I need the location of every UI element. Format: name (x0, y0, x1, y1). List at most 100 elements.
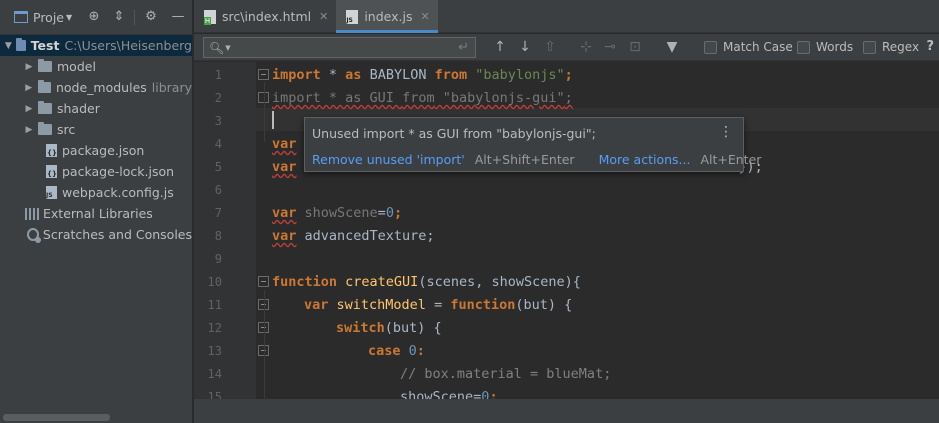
line-number: 10 (207, 275, 222, 289)
code-line: showScene=0; (400, 389, 498, 399)
line-number: 1 (214, 68, 222, 82)
tree-item-label: Scratches and Consoles (42, 227, 192, 242)
collapse-all-icon[interactable]: ⇕ (111, 9, 127, 25)
line-number: 3 (214, 114, 222, 128)
horizontal-scrollbar[interactable] (3, 414, 110, 421)
search-history-chevron-icon[interactable]: ▼ (225, 44, 230, 52)
line-number: 13 (207, 344, 222, 358)
match-case-label: Match Case (723, 40, 793, 54)
code-line: var (272, 136, 297, 152)
expand-arrow-icon[interactable]: ▶ (23, 104, 35, 114)
regex-checkbox[interactable]: Regex (863, 40, 919, 54)
tree-item-node-modules[interactable]: ▶ node_modules library (0, 77, 192, 98)
gear-icon[interactable]: ⚙ (143, 9, 159, 25)
folder-icon (38, 101, 52, 114)
line-number: 5 (214, 160, 222, 174)
regex-help-icon[interactable]: ? (926, 39, 934, 54)
tree-item-external-libraries[interactable]: External Libraries (0, 203, 192, 224)
library-hint: library (151, 80, 192, 95)
project-window-icon (14, 11, 28, 23)
code-line: var advancedTexture; (272, 228, 435, 244)
next-occurrence-icon[interactable]: ↓ (517, 39, 533, 55)
code-line: var showScene=0; (272, 205, 403, 221)
code-line: import * as BABYLON from "babylonjs"; (272, 67, 573, 83)
tree-item-package-lock-json[interactable]: package-lock.json (0, 161, 192, 182)
checkbox-box[interactable] (797, 40, 810, 54)
select-all-occurrences-icon[interactable]: ⊡ (627, 39, 643, 55)
tree-item-label: src (57, 122, 76, 137)
tree-item-scratches[interactable]: Scratches and Consoles (0, 224, 192, 245)
text-caret (272, 111, 274, 129)
line-number: 11 (207, 298, 222, 312)
tree-item-label: model (57, 59, 96, 74)
tree-item-path: C:\Users\Heisenberg (64, 38, 192, 53)
expand-arrow-icon[interactable]: ▼ (4, 41, 13, 51)
tree-item-shader[interactable]: ▶ shader (0, 98, 192, 119)
filter-icon[interactable]: ▼ (664, 39, 680, 55)
expand-arrow-icon[interactable]: ▶ (23, 62, 35, 72)
fold-marker-icon[interactable] (258, 69, 269, 80)
toolbar-divider (134, 10, 135, 25)
line-number: 12 (207, 321, 222, 335)
line-number-gutter: 1 2 3 4 5 6 7 8 9 10 11 12 13 14 15 (194, 62, 256, 399)
close-icon[interactable]: ✕ (319, 10, 328, 23)
previous-occurrence-icon[interactable]: ↑ (492, 39, 508, 55)
line-number: 8 (214, 229, 222, 243)
project-view-selector[interactable]: Proje (33, 10, 64, 25)
search-field: 🔍︎ ▼ ↵ (203, 37, 476, 58)
search-input[interactable] (234, 40, 459, 55)
search-icon[interactable]: 🔍︎ (209, 41, 224, 55)
code-editor[interactable]: 1 2 3 4 5 6 7 8 9 10 11 12 13 14 15 impo… (194, 62, 939, 399)
match-case-checkbox[interactable]: Match Case (704, 40, 793, 54)
indent-guide (264, 290, 265, 399)
tab-index-html[interactable]: src\index.html ✕ (194, 0, 336, 33)
add-occurrence-icon[interactable]: ⊹ (578, 39, 594, 55)
more-actions-shortcut: Alt+Enter (700, 152, 762, 167)
tree-item-label: webpack.config.js (62, 185, 174, 200)
locate-file-icon[interactable]: ⊕ (86, 9, 102, 25)
scratches-icon (27, 228, 41, 243)
line-number: 4 (214, 137, 222, 151)
tree-item-label: External Libraries (43, 206, 153, 221)
code-line: case 0: (368, 343, 425, 359)
tree-item-src[interactable]: ▶ src (0, 119, 192, 140)
inspection-message: Unused import * as GUI from "babylonjs-g… (312, 126, 596, 141)
fix-shortcut: Alt+Shift+Enter (474, 152, 575, 167)
words-label: Words (816, 40, 854, 54)
folder-icon (15, 38, 26, 51)
checkbox-box[interactable] (863, 40, 876, 54)
hide-panel-icon[interactable]: — (170, 9, 186, 25)
expand-arrow-icon[interactable]: ▶ (23, 83, 35, 93)
new-line-icon[interactable]: ↵ (458, 40, 469, 55)
find-all-icon[interactable]: ⇧ (542, 39, 558, 55)
tab-label: index.js (364, 9, 413, 24)
more-actions-link[interactable]: More actions... (599, 152, 691, 167)
remove-unused-import-link[interactable]: Remove unused 'import' (312, 152, 465, 167)
tree-item-test[interactable]: ▼ Test C:\Users\Heisenberg (0, 35, 192, 56)
more-options-icon[interactable]: ⋮ (719, 124, 733, 140)
tree-item-label: package.json (62, 143, 145, 158)
regex-label: Regex (882, 40, 920, 54)
line-number: 7 (214, 206, 222, 220)
words-checkbox[interactable]: Words (797, 40, 853, 54)
chevron-down-icon[interactable]: ▼ (66, 13, 72, 22)
remove-occurrence-icon[interactable]: ⊸ (602, 39, 618, 55)
expand-arrow-icon[interactable]: ▶ (23, 125, 35, 135)
code-line: var switchModel = function(but) { (304, 297, 573, 313)
editor-bottom-strip (194, 399, 939, 423)
folder-icon (37, 80, 51, 93)
tree-item-label: shader (57, 101, 100, 116)
tree-item-webpack-config[interactable]: webpack.config.js (0, 182, 192, 203)
tree-item-model[interactable]: ▶ model (0, 56, 192, 77)
tree-item-label: node_modules (55, 80, 147, 95)
tab-label: src\index.html (222, 9, 312, 24)
folder-icon (38, 59, 52, 72)
line-number: 2 (214, 91, 222, 105)
tree-item-label: package-lock.json (62, 164, 175, 179)
checkbox-box[interactable] (704, 40, 717, 54)
close-icon[interactable]: ✕ (421, 10, 430, 23)
fold-marker-icon[interactable] (258, 276, 269, 287)
tab-index-js[interactable]: index.js ✕ (336, 0, 439, 33)
tree-item-label: Test (30, 38, 60, 53)
tree-item-package-json[interactable]: package.json (0, 140, 192, 161)
